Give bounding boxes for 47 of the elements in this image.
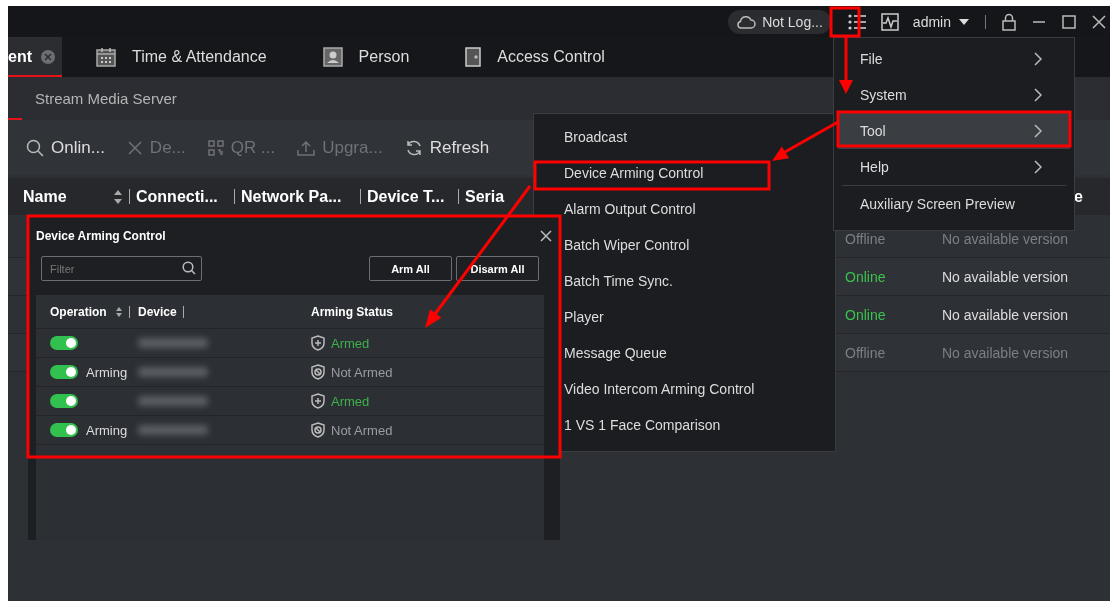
arming-status: Armed <box>331 335 370 351</box>
version-text: No available version <box>942 230 1069 247</box>
arming-status: Not Armed <box>331 422 393 438</box>
filter-field[interactable]: Filter <box>41 256 202 281</box>
tab[interactable]: Person <box>294 37 438 77</box>
tab[interactable]: Time & Attendance <box>68 37 295 77</box>
column-header[interactable]: Device T... <box>367 187 445 206</box>
column-header[interactable]: Arming Status <box>311 304 393 319</box>
menu-item[interactable]: Auxiliary Screen Preview <box>838 186 1070 222</box>
toolbar-button[interactable]: Refresh <box>404 137 490 158</box>
version-text: No available version <box>942 268 1069 285</box>
column-header[interactable]: Network Pa... <box>241 187 342 206</box>
menu-item[interactable]: Video Intercom Arming Control <box>534 371 835 407</box>
menu-item[interactable]: Device Arming Control <box>534 155 835 191</box>
cloud-status-text: Not Log... <box>762 13 823 30</box>
user-menu[interactable]: admin <box>912 13 969 30</box>
column-header[interactable]: Device <box>138 304 177 319</box>
status-text: Offline <box>845 344 887 361</box>
column-header[interactable]: e <box>1074 187 1083 206</box>
version-text: No available version <box>942 344 1069 361</box>
status-text: Online <box>845 268 887 285</box>
column-header[interactable]: Name <box>23 187 123 206</box>
menu-item[interactable]: System <box>838 77 1070 113</box>
status-text: Online <box>845 306 887 323</box>
version-text: No available version <box>942 306 1069 323</box>
column-header[interactable]: Seria <box>465 187 505 206</box>
toggle-label: Arming <box>86 422 128 438</box>
tab[interactable]: Access Control <box>437 37 633 77</box>
dialog-title: Device Arming Control <box>36 229 166 243</box>
menu-item[interactable]: Help <box>838 149 1070 185</box>
tab[interactable]: ent <box>8 37 62 77</box>
arming-status: Armed <box>331 393 370 409</box>
menu-item[interactable]: Broadcast <box>534 119 835 155</box>
column-header[interactable]: Connecti... <box>136 187 218 206</box>
menu-item[interactable]: Alarm Output Control <box>534 191 835 227</box>
status-text: Offline <box>845 230 887 247</box>
menu-item[interactable]: Player <box>534 299 835 335</box>
sub-tab[interactable]: Stream Media Server <box>22 77 190 120</box>
column-header[interactable]: Operation <box>50 304 123 319</box>
arming-status: Not Armed <box>331 364 393 380</box>
action-button[interactable]: Arm All <box>369 256 452 281</box>
toggle-label: Arming <box>86 364 128 380</box>
cloud-status[interactable]: Not Log... <box>728 9 831 34</box>
toolbar-button[interactable]: Onlin... <box>26 137 105 158</box>
menu-item[interactable]: File <box>838 41 1070 77</box>
menu-item[interactable]: 1 VS 1 Face Comparison <box>534 407 835 443</box>
action-button[interactable]: Disarm All <box>456 256 539 281</box>
